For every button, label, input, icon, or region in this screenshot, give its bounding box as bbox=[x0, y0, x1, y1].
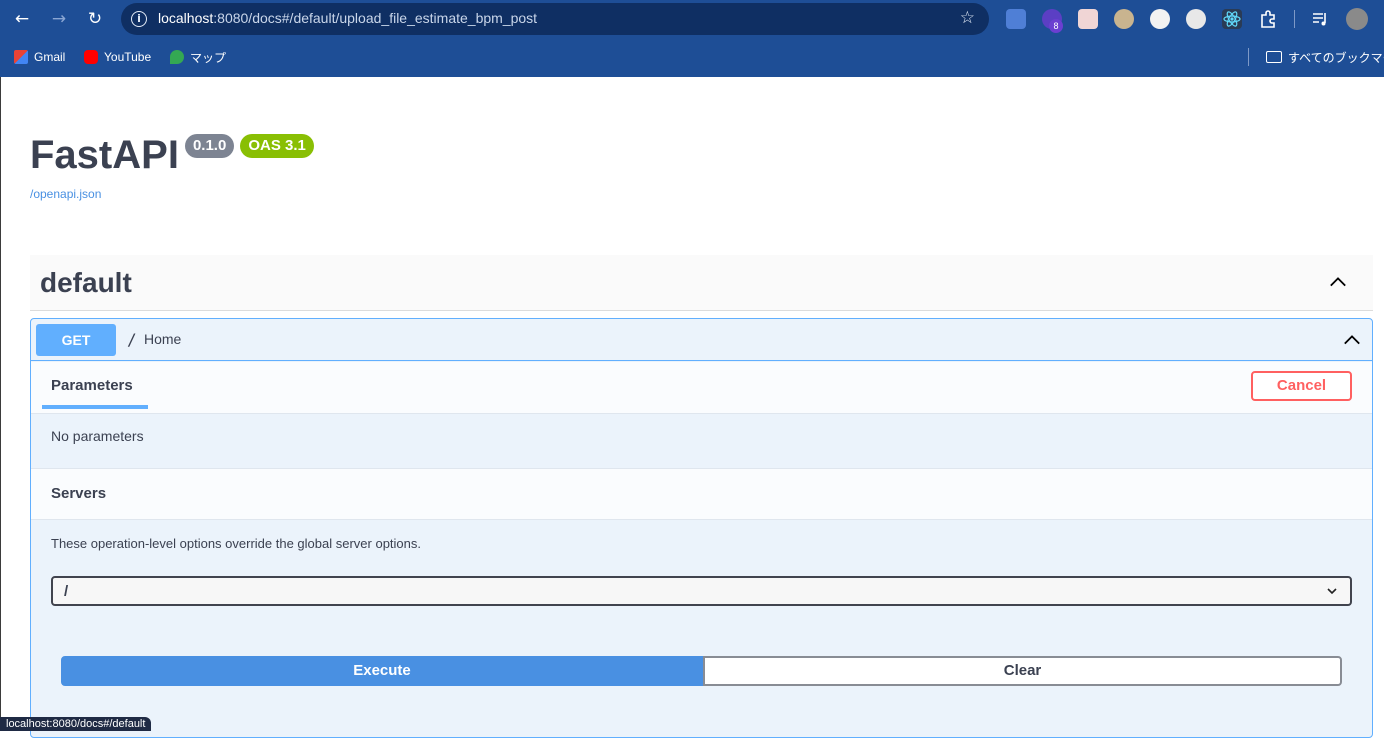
no-parameters-text: No parameters bbox=[51, 428, 144, 444]
tag-title: default bbox=[40, 267, 132, 298]
operation-summary[interactable]: GET / Home bbox=[31, 319, 1372, 361]
tag-section-default[interactable]: default bbox=[30, 255, 1373, 311]
bookmark-label: マップ bbox=[190, 50, 227, 65]
servers-title: Servers bbox=[51, 485, 107, 502]
translate-extension-icon[interactable] bbox=[1006, 9, 1026, 29]
url-path: :8080/docs#/default/upload_file_estimate… bbox=[213, 10, 538, 26]
bookmarks-bar: Gmail YouTube マップ すべてのブックマーク bbox=[0, 44, 1384, 68]
bookmark-maps[interactable]: マップ bbox=[170, 48, 226, 66]
extension-owl-icon[interactable] bbox=[1114, 9, 1134, 29]
chevron-down-icon bbox=[1327, 588, 1337, 595]
operation-summary-text: Home bbox=[144, 331, 182, 347]
api-title: FastAPI bbox=[30, 133, 179, 177]
browser-toolbar: ← → ↻ i localhost:8080/docs#/default/upl… bbox=[0, 0, 1384, 38]
chevron-up-icon[interactable] bbox=[1343, 331, 1361, 349]
http-method-badge: GET bbox=[36, 324, 116, 356]
bookmark-label: YouTube bbox=[104, 50, 152, 64]
react-atom-icon bbox=[1223, 11, 1241, 27]
swagger-page: FastAPI 0.1.0 OAS 3.1 /openapi.json defa… bbox=[0, 77, 1384, 738]
servers-header: Servers bbox=[31, 468, 1372, 520]
api-title-row: FastAPI 0.1.0 OAS 3.1 bbox=[30, 132, 314, 178]
browser-chrome: ← → ↻ i localhost:8080/docs#/default/upl… bbox=[0, 0, 1384, 77]
bookmark-youtube[interactable]: YouTube bbox=[84, 48, 151, 66]
server-select[interactable]: / bbox=[51, 576, 1352, 606]
chevron-up-icon[interactable] bbox=[1329, 273, 1347, 291]
all-bookmarks-folder[interactable]: すべてのブックマーク bbox=[1266, 48, 1384, 66]
toolbar-separator bbox=[1294, 10, 1295, 28]
maps-icon bbox=[170, 50, 184, 64]
extension-calendar-icon[interactable] bbox=[1078, 9, 1098, 29]
forward-arrow-icon[interactable]: → bbox=[48, 8, 70, 30]
extension-info-icon[interactable] bbox=[1186, 9, 1206, 29]
bookmark-label: Gmail bbox=[34, 50, 66, 64]
tab-parameters[interactable]: Parameters bbox=[51, 377, 133, 394]
tab-active-indicator bbox=[42, 405, 148, 409]
parameters-header: Parameters Cancel bbox=[31, 362, 1372, 414]
gmail-icon bbox=[14, 50, 28, 64]
address-bar[interactable]: i localhost:8080/docs#/default/upload_fi… bbox=[121, 3, 989, 35]
music-list-icon bbox=[1313, 13, 1326, 26]
bookmarks-separator bbox=[1248, 48, 1249, 66]
bookmark-gmail[interactable]: Gmail bbox=[14, 48, 65, 66]
site-info-icon[interactable]: i bbox=[131, 11, 147, 27]
puzzle-icon bbox=[1261, 10, 1275, 28]
media-control-icon[interactable] bbox=[1310, 9, 1330, 29]
extensions-puzzle-icon[interactable] bbox=[1258, 9, 1278, 29]
youtube-icon bbox=[84, 50, 98, 64]
oas-badge: OAS 3.1 bbox=[240, 134, 314, 158]
server-select-value: / bbox=[64, 583, 69, 600]
cancel-button[interactable]: Cancel bbox=[1251, 371, 1352, 401]
link-status-bar: localhost:8080/docs#/default bbox=[0, 717, 152, 731]
all-bookmarks-label: すべてのブックマーク bbox=[1288, 50, 1384, 65]
bookmark-star-icon[interactable]: ☆ bbox=[960, 8, 975, 28]
extension-face-icon[interactable] bbox=[1150, 9, 1170, 29]
openapi-json-link[interactable]: /openapi.json bbox=[30, 187, 101, 201]
url-host: localhost bbox=[158, 10, 214, 26]
address-url[interactable]: localhost:8080/docs#/default/upload_file… bbox=[158, 10, 537, 26]
clear-button[interactable]: Clear bbox=[703, 656, 1342, 686]
extension-badge: 8 bbox=[1049, 19, 1063, 33]
profile-avatar[interactable] bbox=[1346, 8, 1368, 30]
extension-react-icon[interactable] bbox=[1222, 9, 1242, 29]
operation-path: / bbox=[127, 330, 137, 349]
version-badge: 0.1.0 bbox=[184, 134, 235, 158]
servers-description: These operation-level options override t… bbox=[51, 536, 421, 551]
folder-icon bbox=[1266, 51, 1282, 63]
operation-block-get-home: GET / Home Parameters Cancel No paramete… bbox=[30, 318, 1373, 738]
execute-button[interactable]: Execute bbox=[61, 656, 703, 686]
reload-icon[interactable]: ↻ bbox=[84, 8, 106, 30]
back-arrow-icon[interactable]: ← bbox=[11, 8, 33, 30]
